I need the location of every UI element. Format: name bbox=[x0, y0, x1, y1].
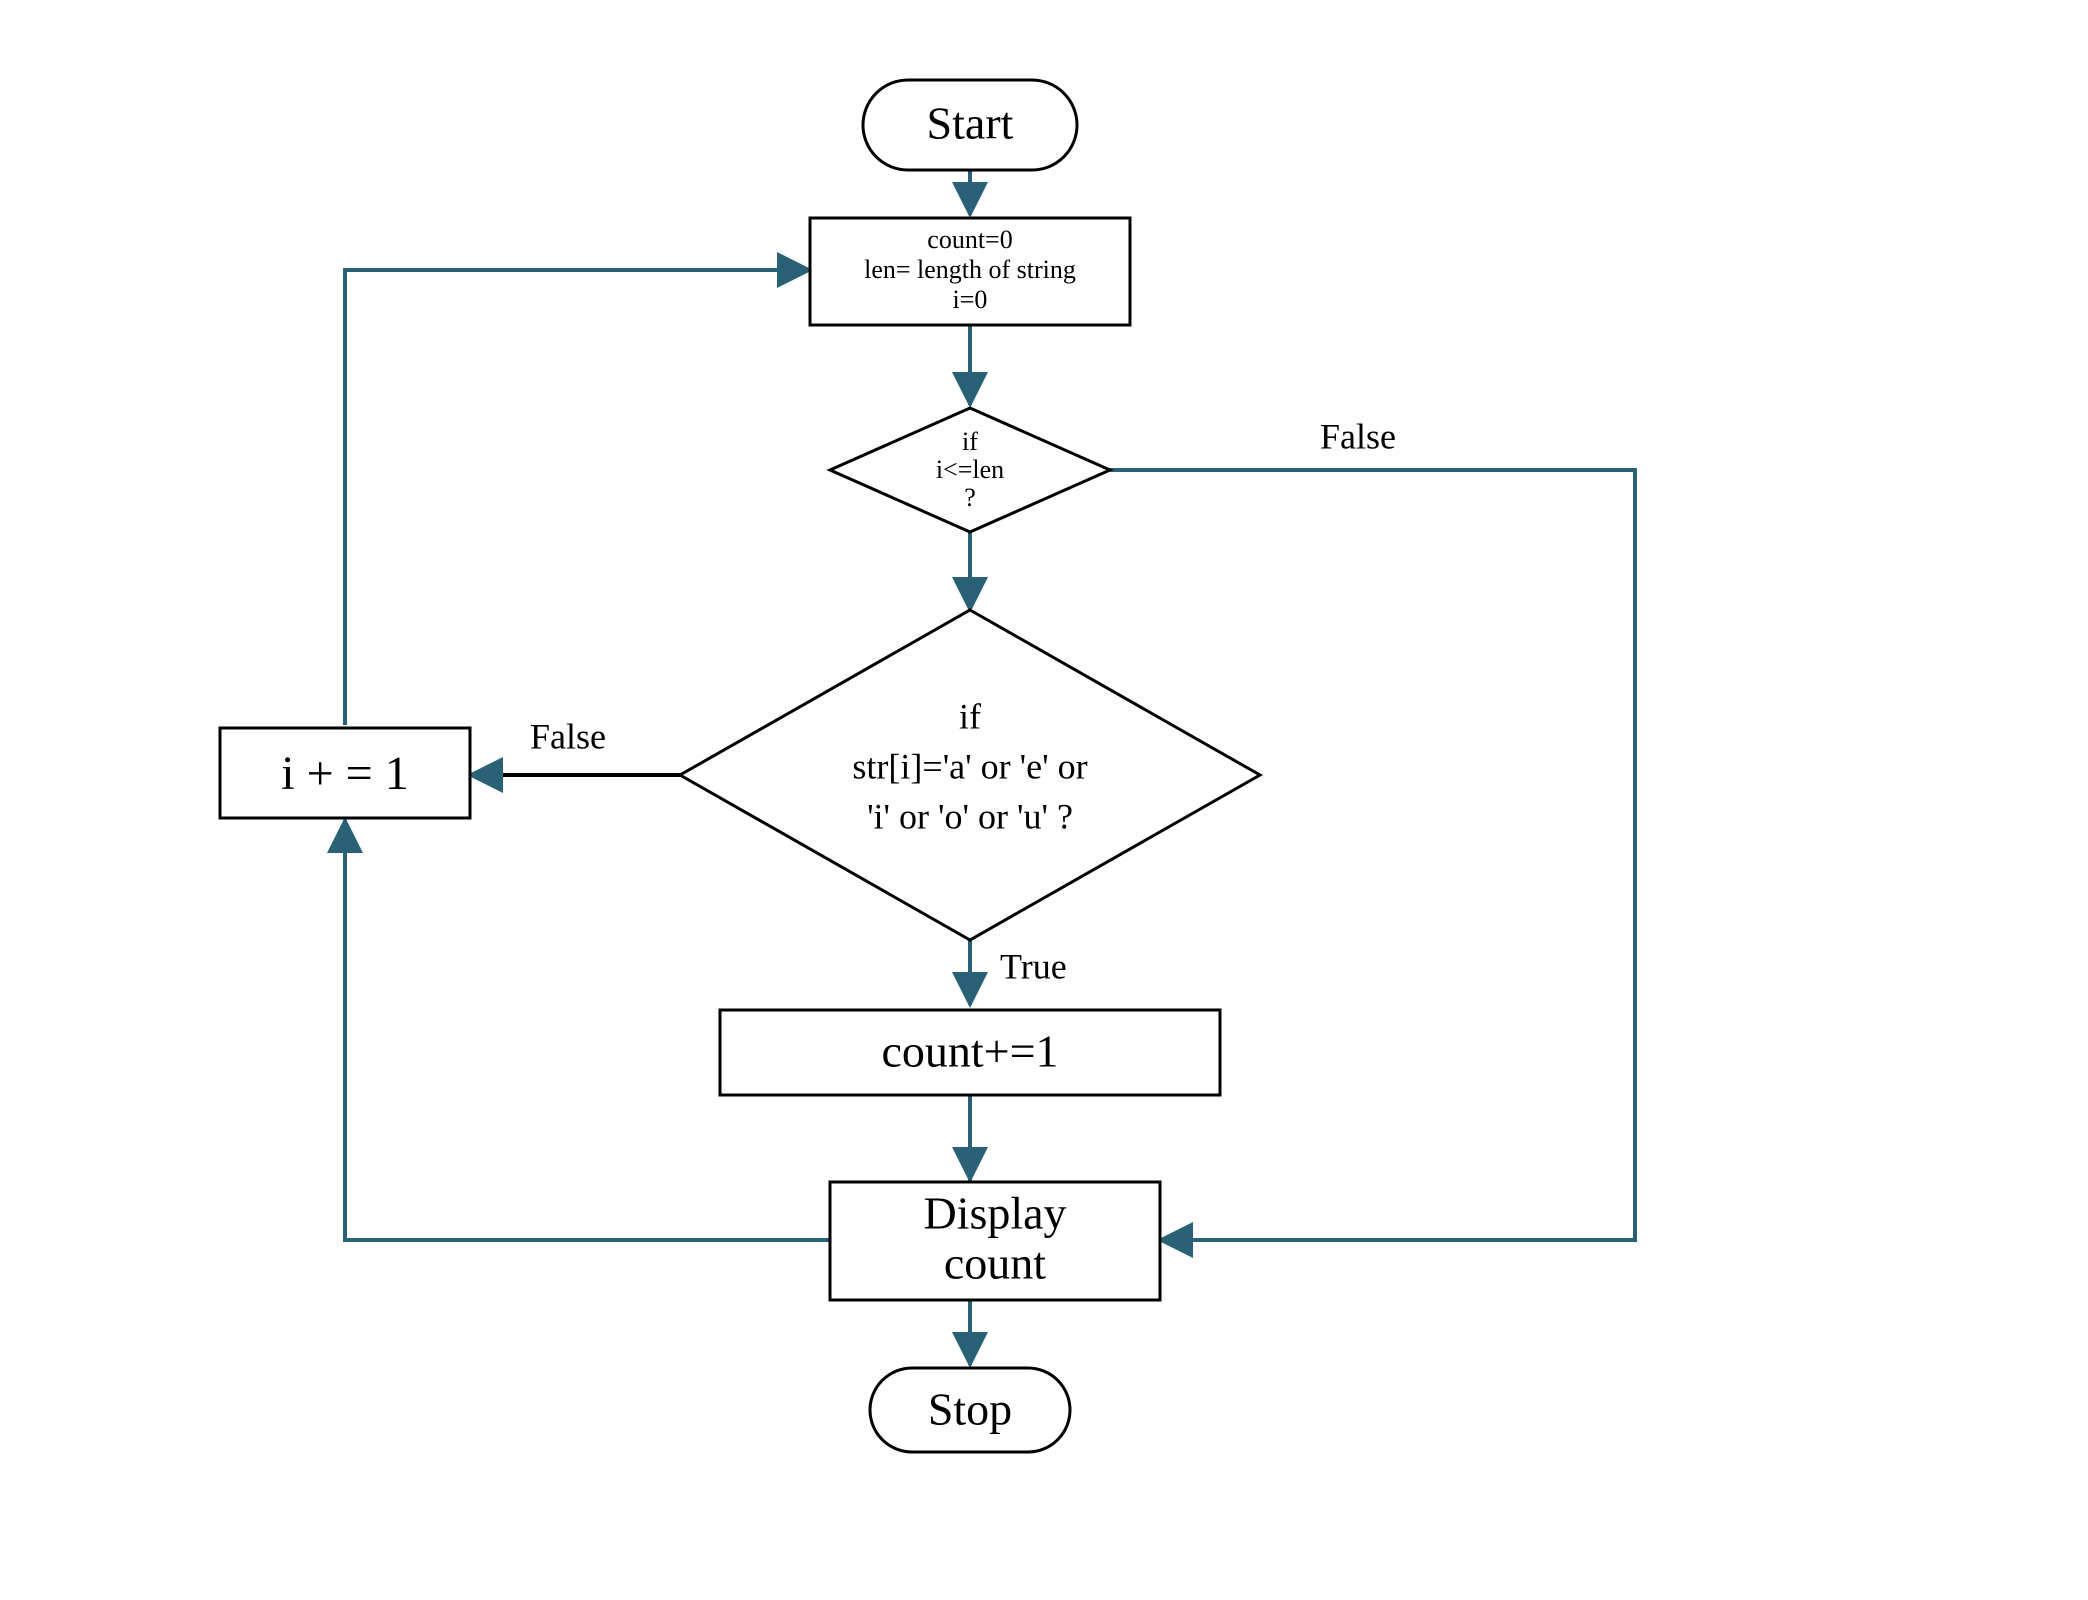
svg-text:i<=len: i<=len bbox=[936, 455, 1004, 484]
edge-cond1-false bbox=[1110, 470, 1635, 1240]
start-node: Start bbox=[863, 80, 1077, 170]
svg-text:if: if bbox=[959, 696, 981, 736]
label-cond2-true: True bbox=[1000, 946, 1067, 986]
i-inc-node: i + = 1 bbox=[220, 728, 470, 818]
label-cond2-false: False bbox=[530, 716, 606, 756]
svg-text:i=0: i=0 bbox=[953, 285, 988, 314]
init-node: count=0 len= length of string i=0 bbox=[810, 218, 1130, 325]
svg-text:count+=1: count+=1 bbox=[881, 1026, 1058, 1077]
stop-node: Stop bbox=[870, 1368, 1070, 1452]
svg-text:'i' or 'o' or 'u' ?: 'i' or 'o' or 'u' ? bbox=[867, 796, 1073, 836]
svg-text:Display: Display bbox=[923, 1188, 1066, 1239]
count-inc-node: count+=1 bbox=[720, 1010, 1220, 1095]
cond-loop-node: if i<=len ? bbox=[830, 408, 1110, 532]
svg-text:i + = 1: i + = 1 bbox=[281, 747, 408, 800]
svg-text:if: if bbox=[962, 427, 978, 456]
cond-vowel-node: if str[i]='a' or 'e' or 'i' or 'o' or 'u… bbox=[680, 610, 1260, 940]
svg-text:Start: Start bbox=[927, 98, 1014, 149]
svg-text:count: count bbox=[944, 1238, 1046, 1289]
edge-iinc-to-init bbox=[345, 270, 810, 725]
svg-text:?: ? bbox=[964, 483, 976, 512]
svg-text:str[i]='a' or 'e' or: str[i]='a' or 'e' or bbox=[852, 746, 1087, 786]
svg-text:len= length of string: len= length of string bbox=[864, 255, 1076, 284]
svg-text:count=0: count=0 bbox=[927, 225, 1012, 254]
svg-text:Stop: Stop bbox=[928, 1384, 1012, 1435]
flowchart-canvas: False True False Start count=0 len= leng… bbox=[0, 0, 2088, 1600]
display-node: Display count bbox=[830, 1182, 1160, 1300]
label-cond1-false: False bbox=[1320, 416, 1396, 456]
